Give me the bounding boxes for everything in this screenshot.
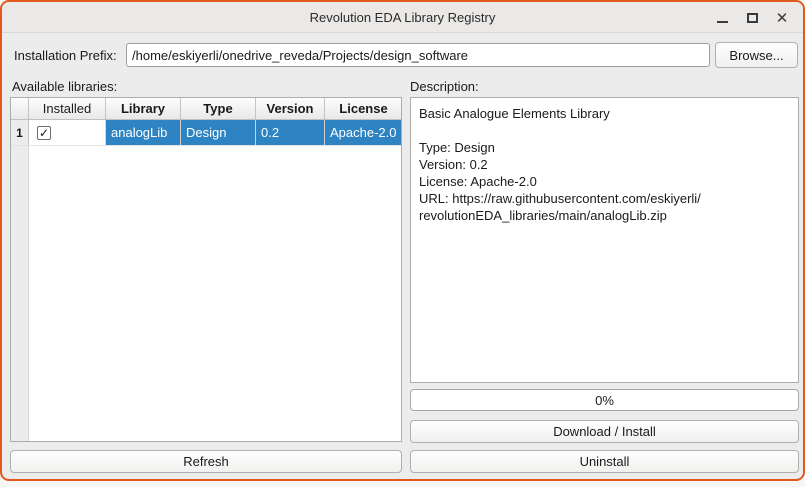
type-cell[interactable]: Design [181,120,256,145]
description-line [419,122,790,139]
browse-button[interactable]: Browse... [715,42,798,68]
installed-cell: ✓ [29,120,106,145]
column-header-installed[interactable]: Installed [29,98,106,119]
column-header-library[interactable]: Library [106,98,181,119]
app-window: Revolution EDA Library Registry ✕ Instal… [0,0,805,481]
installation-prefix-label: Installation Prefix: [14,48,117,63]
column-header-type[interactable]: Type [181,98,256,119]
description-line: URL: https://raw.githubusercontent.com/e… [419,191,701,206]
progress-bar: 0% [410,389,799,411]
uninstall-button[interactable]: Uninstall [410,450,799,473]
description-box[interactable]: Basic Analogue Elements Library Type: De… [410,97,799,383]
version-cell[interactable]: 0.2 [256,120,325,145]
row-number: 1 [11,120,29,145]
description-line: Basic Analogue Elements Library [419,106,610,121]
description-line: Type: Design [419,140,495,155]
maximize-icon[interactable] [741,7,763,29]
description-label: Description: [410,79,479,94]
download-install-button[interactable]: Download / Install [410,420,799,443]
titlebar[interactable]: Revolution EDA Library Registry ✕ [2,2,803,33]
installation-prefix-input[interactable] [126,43,710,67]
table-corner-cell [11,98,29,119]
installed-checkbox[interactable]: ✓ [37,125,51,140]
column-header-license[interactable]: License [325,98,401,119]
table-header-row: Installed Library Type Version License [11,98,401,120]
table-body-background [29,146,401,441]
column-header-version[interactable]: Version [256,98,325,119]
close-icon[interactable]: ✕ [771,7,793,29]
refresh-button[interactable]: Refresh [10,450,402,473]
row-header-strip [11,146,29,441]
libraries-table: Installed Library Type Version License 1… [10,97,402,442]
progress-value: 0% [595,392,614,408]
description-line: Version: 0.2 [419,157,488,172]
window-controls: ✕ [711,2,793,33]
minimize-icon[interactable] [711,7,733,29]
available-libraries-label: Available libraries: [12,79,118,94]
description-line: revolutionEDA_libraries/main/analogLib.z… [419,208,667,223]
license-cell[interactable]: Apache-2.0 [325,120,401,145]
table-empty-area [11,146,401,441]
description-line: License: Apache-2.0 [419,174,537,189]
table-row[interactable]: 1 ✓ analogLib Design 0.2 Apache-2.0 [11,120,401,146]
library-cell[interactable]: analogLib [106,120,181,145]
window-title: Revolution EDA Library Registry [309,9,496,25]
